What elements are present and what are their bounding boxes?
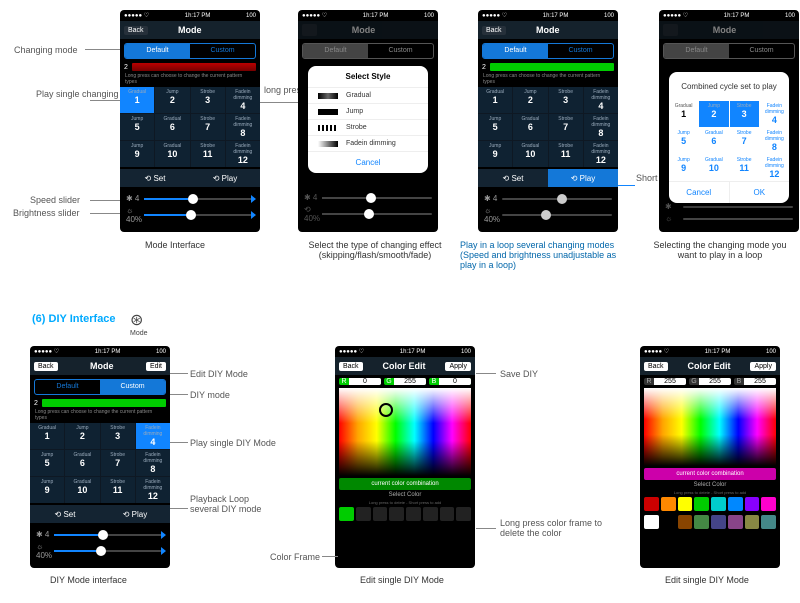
edit-button[interactable]: Edit (146, 362, 166, 371)
caption-6: Edit single DIY Mode (360, 575, 444, 585)
style-option[interactable]: Fadein dimming (308, 135, 428, 151)
ok-button[interactable]: OK (729, 182, 790, 203)
caption-1: Mode Interface (145, 240, 205, 250)
phone-play-loop: ●●●●● ♡1h:17 PM100 BackMode DefaultCusto… (478, 10, 618, 232)
color-swatch[interactable] (711, 515, 726, 529)
label-play-single-diy: Play single DIY Mode (190, 438, 276, 448)
label-long-press-color: Long press color frame to delete the col… (500, 518, 620, 538)
back-button[interactable]: Back (124, 26, 148, 35)
arrow-changing-mode (85, 49, 120, 50)
color-swatch[interactable] (711, 497, 726, 511)
caption-7: Edit single DIY Mode (665, 575, 749, 585)
style-option[interactable]: Strobe (308, 119, 428, 135)
color-swatch[interactable] (644, 515, 659, 529)
speed-slider[interactable]: ✱ 4 (126, 194, 254, 203)
label-bright-slider: Brightness slider (13, 208, 80, 218)
arrow-long-press (258, 102, 298, 103)
color-swatch[interactable] (339, 507, 354, 521)
color-swatch[interactable] (728, 497, 743, 511)
label-save-diy: Save DIY (500, 369, 538, 379)
cancel-button[interactable]: Cancel (669, 182, 729, 203)
arrow-play-single (90, 100, 120, 101)
arrow-short-press (615, 185, 635, 186)
caption-2: Select the type of changing effect (skip… (295, 240, 455, 260)
style-option[interactable]: Jump (308, 103, 428, 119)
color-swatch[interactable] (406, 507, 421, 521)
label-speed-slider: Speed slider (30, 195, 80, 205)
color-swatch[interactable] (678, 497, 693, 511)
color-swatch[interactable] (373, 507, 388, 521)
arrow-speed (90, 200, 120, 201)
label-edit-diy: Edit DIY Mode (190, 369, 248, 379)
color-swatch[interactable] (678, 515, 693, 529)
color-swatch[interactable] (423, 507, 438, 521)
play-button[interactable]: ⟲ Play (548, 169, 618, 187)
color-picker[interactable] (339, 388, 471, 476)
color-swatch[interactable] (694, 497, 709, 511)
cancel-button[interactable]: Cancel (308, 152, 428, 173)
phone-diy-interface: ●●●●● ♡1h:17 PM100 BackModeEdit DefaultC… (30, 346, 170, 568)
color-swatch[interactable] (728, 515, 743, 529)
color-swatch[interactable] (356, 507, 371, 521)
phone-combined-cycle: ●●●●● ♡1h:17 PM100 Mode DefaultCustom ✱ … (659, 10, 799, 232)
color-swatch[interactable] (644, 497, 659, 511)
color-swatch[interactable] (745, 515, 760, 529)
play-button[interactable]: ⟲ Play (190, 169, 260, 187)
set-button[interactable]: ⟲ Set (120, 169, 190, 187)
color-swatch[interactable] (761, 515, 776, 529)
phone-mode-interface: ●●●●● ♡1h:17 PM100 Back Mode DefaultCust… (120, 10, 260, 232)
phone-color-edit-1: ●●●●● ♡1h:17 PM100 BackColor EditApply R… (335, 346, 475, 568)
label-diy-mode: DIY mode (190, 390, 230, 400)
color-swatch[interactable] (761, 497, 776, 511)
mode-grid: Gradual1 Jump2 Strobe3 Fadein dimming4 J… (120, 87, 260, 167)
color-swatch[interactable] (694, 515, 709, 529)
segment-default-custom[interactable]: DefaultCustom (124, 43, 256, 59)
modal-body: Combined cycle set to play (669, 72, 789, 101)
label-playback-loop: Playback Loop several DIY mode (190, 494, 280, 514)
color-swatch[interactable] (440, 507, 455, 521)
caption-4: Selecting the changing mode you want to … (650, 240, 790, 260)
phone-color-edit-2: ●●●●● ♡1h:17 PM100 BackColor EditApply R… (640, 346, 780, 568)
color-frame-row[interactable] (335, 507, 475, 525)
color-swatch[interactable] (661, 515, 676, 529)
section-diy-title: (6) DIY Interface (32, 313, 116, 325)
current-color-combo: current color combination (339, 478, 471, 490)
style-option[interactable]: Gradual (308, 87, 428, 103)
modal-title: Select Style (308, 66, 428, 87)
color-swatch[interactable] (456, 507, 471, 521)
phone-select-style: ●●●●● ♡1h:17 PM100 Mode DefaultCustom ✱ … (298, 10, 438, 232)
arrow-bright (90, 213, 120, 214)
brightness-slider[interactable]: ☼ 40% (126, 206, 254, 224)
apply-button[interactable]: Apply (445, 362, 471, 371)
mode-icon: ⊛Mode (130, 310, 148, 337)
caption-5: DIY Mode interface (50, 575, 127, 585)
label-changing-mode: Changing mode (14, 45, 78, 55)
color-swatch[interactable] (389, 507, 404, 521)
page-title: Mode (178, 25, 202, 35)
preview-bar (132, 63, 256, 71)
color-swatch[interactable] (745, 497, 760, 511)
label-color-frame: Color Frame (270, 552, 320, 562)
color-swatch[interactable] (661, 497, 676, 511)
caption-3: Play in a loop several changing modes (S… (460, 240, 630, 270)
set-button[interactable]: ⟲ Set (478, 169, 548, 187)
